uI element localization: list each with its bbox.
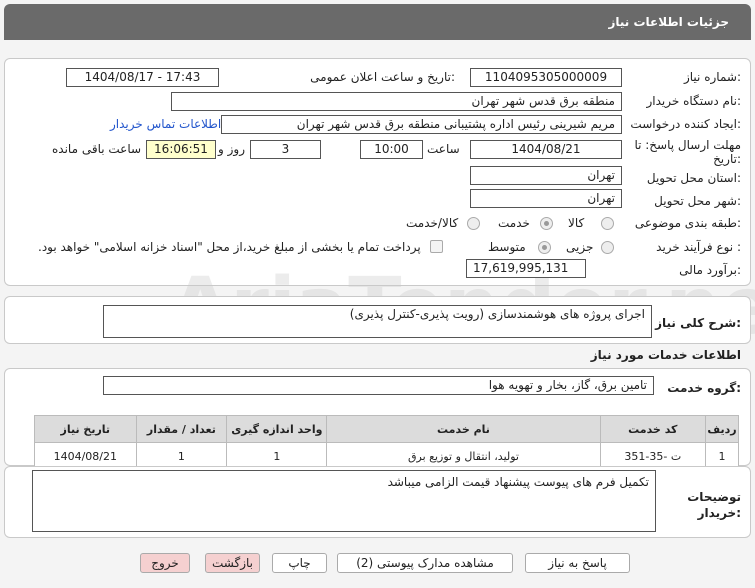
col-date: تاریخ نیاز (34, 415, 137, 443)
contact-info-link[interactable]: اطلاعات تماس خریدار (110, 117, 221, 131)
deadline-label: مهلت ارسال پاسخ: تا (634, 138, 741, 152)
process-radio-minor[interactable] (601, 241, 614, 254)
buyer-org-value: منطقه برق قدس شهر تهران (171, 92, 622, 111)
deadline-time-value: 10:00 (360, 140, 423, 159)
buyer-notes-label: توضیحات خریدار: (687, 490, 741, 520)
remaining-time-value: 16:06:51 (146, 140, 216, 159)
process-radio-medium[interactable] (538, 241, 551, 254)
requester-label: ایجاد کننده درخواست: (630, 117, 741, 131)
province-value: تهران (470, 166, 622, 185)
page-header: جزئیات اطلاعات نیاز (4, 4, 751, 40)
buyer-notes-text: تکمیل فرم های پیوست پیشنهاد قیمت الزامی … (32, 470, 656, 532)
city-label: شهر محل تحویل: (654, 194, 741, 208)
category-radio-both[interactable] (467, 217, 480, 230)
announce-value: 1404/08/17 - 17:43 (66, 68, 219, 87)
deadline-time-label: ساعت (427, 142, 460, 156)
service-group-label: گروه خدمت: (667, 381, 741, 395)
services-table-header: ردیف کد خدمت نام خدمت واحد اندازه گیری ت… (34, 415, 739, 443)
category-option-service: خدمت (498, 216, 530, 230)
payment-note: پرداخت تمام یا بخشی از مبلغ خرید،از محل … (38, 240, 421, 254)
days-remaining-value: 3 (250, 140, 321, 159)
category-radio-service[interactable] (540, 217, 553, 230)
description-label: شرح کلی نیاز: (655, 316, 741, 330)
requester-value: مریم شیرینی رئیس اداره پشتیبانی منطقه بر… (221, 115, 622, 134)
days-label: روز و (218, 142, 245, 156)
province-label: استان محل تحویل: (646, 171, 741, 185)
services-table-wrap: ردیف کد خدمت نام خدمت واحد اندازه گیری ت… (34, 415, 739, 470)
category-radio-goods[interactable] (601, 217, 614, 230)
print-button[interactable]: چاپ (272, 553, 327, 573)
category-option-both: کالا/خدمت (406, 216, 459, 230)
col-quantity: تعداد / مقدار (135, 415, 228, 443)
description-text: اجرای پروژه های هوشمندسازی (رویت پذیری-ک… (103, 305, 652, 338)
page-title: جزئیات اطلاعات نیاز (608, 15, 729, 29)
col-name: نام خدمت (326, 415, 601, 443)
services-table: ردیف کد خدمت نام خدمت واحد اندازه گیری ت… (34, 415, 739, 470)
process-option-medium: متوسط (488, 240, 526, 254)
remaining-time-label: ساعت باقی مانده (52, 142, 142, 156)
announce-label: تاریخ و ساعت اعلان عمومی: (310, 70, 455, 84)
process-label: نوع فرآیند خرید : (656, 240, 741, 254)
service-group-value: تامین برق، گاز، بخار و تهویه هوا (103, 376, 654, 395)
category-option-goods: کالا (568, 216, 585, 230)
estimate-value: 17,619,995,131 (466, 259, 586, 278)
exit-button[interactable]: خروج (140, 553, 190, 573)
city-value: تهران (470, 189, 622, 208)
category-label: طبقه بندی موضوعی: (634, 216, 741, 230)
attachments-button[interactable]: مشاهده مدارک پیوستی (2) (337, 553, 513, 573)
need-number-label: شماره نیاز: (683, 70, 741, 84)
back-button[interactable]: بازگشت (205, 553, 260, 573)
col-unit: واحد اندازه گیری (226, 415, 328, 443)
col-code: کد خدمت (599, 415, 707, 443)
col-row: ردیف (705, 415, 739, 443)
buyer-org-label: نام دستگاه خریدار: (646, 94, 742, 108)
services-section-title: اطلاعات خدمات مورد نیاز (590, 348, 741, 362)
estimate-label: برآورد مالی: (679, 263, 741, 277)
deadline-date-value: 1404/08/21 (470, 140, 622, 159)
process-option-minor: جزیی (566, 240, 594, 254)
treasury-checkbox[interactable] (430, 240, 443, 253)
deadline-label-date: تاریخ: (713, 152, 741, 166)
need-number-value: 1104095305000009 (470, 68, 622, 87)
reply-button[interactable]: پاسخ به نیاز (525, 553, 630, 573)
